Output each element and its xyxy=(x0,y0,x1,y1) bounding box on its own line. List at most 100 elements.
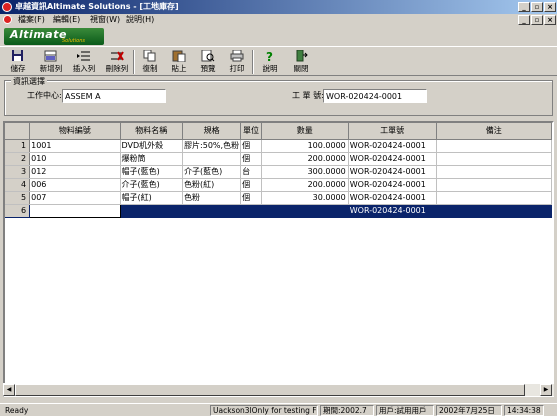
cell-quantity[interactable]: 100.0000 xyxy=(261,139,349,153)
cell-note[interactable] xyxy=(436,165,552,179)
cell-material-name[interactable]: 帽子(紅) xyxy=(120,191,184,205)
cell-spec[interactable]: 膠片:50%,色粉 xyxy=(182,139,242,153)
copy-button[interactable]: 復制 xyxy=(134,49,166,75)
column-header-spec[interactable]: 規格 xyxy=(182,123,242,140)
preview-button[interactable]: 預覽 xyxy=(192,49,224,75)
row-number[interactable]: 4 xyxy=(5,178,31,192)
document-icon[interactable] xyxy=(3,15,12,24)
cell-spec[interactable]: 色粉(紅) xyxy=(182,178,242,192)
help-button[interactable]: ? 說明 xyxy=(254,49,286,75)
table-row[interactable]: 2 010 爆粉筒 個 200.0000 WOR-020424-0001 xyxy=(5,152,552,166)
column-header-note[interactable]: 備注 xyxy=(436,123,552,140)
toolbar: 儲存 新增列 插入列 刪除列 復制 貼上 預覽 打印 ? 說明 關閉 xyxy=(0,46,557,76)
row-number[interactable]: 1 xyxy=(5,139,31,153)
cell-material-name[interactable] xyxy=(120,204,184,218)
cell-material-code[interactable]: 007 xyxy=(29,191,121,205)
cell-unit[interactable]: 個 xyxy=(240,191,262,205)
table-row[interactable]: 3 012 帽子(藍色) 介子(藍色) 台 300.0000 WOR-02042… xyxy=(5,165,552,179)
doc-minimize-button[interactable]: _ xyxy=(518,15,530,25)
work-center-input[interactable] xyxy=(62,89,166,103)
print-button[interactable]: 打印 xyxy=(221,49,253,75)
cell-work-order[interactable]: WOR-020424-0001 xyxy=(348,178,437,192)
app-icon[interactable] xyxy=(2,2,12,12)
scroll-right-arrow-icon[interactable]: ▶ xyxy=(540,384,552,396)
cell-unit[interactable] xyxy=(240,204,262,218)
cell-material-name[interactable]: 介子(藍色) xyxy=(120,178,184,192)
cell-unit[interactable]: 個 xyxy=(240,152,262,166)
cell-material-name[interactable]: DVD机外殼 xyxy=(120,139,184,153)
row-number[interactable]: 6 xyxy=(5,204,31,218)
close-button[interactable]: 關閉 xyxy=(285,49,317,75)
doc-close-button[interactable]: × xyxy=(544,15,556,25)
cell-material-code[interactable]: 012 xyxy=(29,165,121,179)
horizontal-scrollbar[interactable]: ◀ ▶ xyxy=(3,383,554,396)
cell-note[interactable] xyxy=(436,139,552,153)
cell-unit[interactable]: 台 xyxy=(240,165,262,179)
work-order-input[interactable] xyxy=(323,89,427,103)
cell-material-code-editing[interactable] xyxy=(29,203,121,218)
table-row[interactable]: 4 006 介子(藍色) 色粉(紅) 個 200.0000 WOR-020424… xyxy=(5,178,552,192)
paste-label: 貼上 xyxy=(171,64,187,73)
close-window-button[interactable]: × xyxy=(544,2,556,12)
paste-button[interactable]: 貼上 xyxy=(163,49,195,75)
title-bar: 卓越資訊Altimate Solutions - [工地庫存] _ ▫ × xyxy=(0,0,557,14)
menu-file[interactable]: 檔案(F) xyxy=(18,14,45,26)
cell-material-code[interactable]: 010 xyxy=(29,152,121,166)
material-grid[interactable]: 物料編號 物料名稱 規格 單位 數量 工單號 備注 1 1001 DVD机外殼 … xyxy=(3,121,554,397)
cell-work-order[interactable]: WOR-020424-0001 xyxy=(348,139,437,153)
column-header-unit[interactable]: 單位 xyxy=(240,123,262,140)
cell-spec[interactable] xyxy=(182,204,242,218)
column-header-quantity[interactable]: 數量 xyxy=(261,123,349,140)
cell-quantity[interactable]: 200.0000 xyxy=(261,152,349,166)
logo-subtext: Solutions xyxy=(62,38,85,44)
cell-quantity[interactable] xyxy=(261,204,349,218)
row-number[interactable]: 3 xyxy=(5,165,31,179)
menu-help[interactable]: 說明(H) xyxy=(126,14,154,26)
cell-material-name[interactable]: 帽子(藍色) xyxy=(120,165,184,179)
cell-work-order[interactable]: WOR-020424-0001 xyxy=(348,165,437,179)
cell-note[interactable] xyxy=(436,191,552,205)
save-button[interactable]: 儲存 xyxy=(2,49,34,75)
menu-window[interactable]: 視窗(W) xyxy=(90,14,120,26)
cell-unit[interactable]: 個 xyxy=(240,178,262,192)
table-row[interactable]: 5 007 帽子(紅) 色粉 個 30.0000 WOR-020424-0001 xyxy=(5,191,552,205)
cell-unit[interactable]: 個 xyxy=(240,139,262,153)
cell-work-order[interactable]: WOR-020424-0001 xyxy=(348,204,437,218)
row-number[interactable]: 5 xyxy=(5,191,31,205)
delete-row-button[interactable]: 刪除列 xyxy=(101,49,133,75)
column-header-work-order[interactable]: 工單號 xyxy=(348,123,437,140)
exit-door-icon xyxy=(294,49,308,62)
table-row-selected[interactable]: 6 WOR-020424-0001 xyxy=(5,203,552,218)
add-row-button[interactable]: 新增列 xyxy=(35,49,67,75)
cell-spec[interactable]: 色粉 xyxy=(182,191,242,205)
cell-note[interactable] xyxy=(436,152,552,166)
minimize-button[interactable]: _ xyxy=(518,2,530,12)
cell-note[interactable] xyxy=(436,178,552,192)
insert-row-button[interactable]: 插入列 xyxy=(68,49,100,75)
add-row-icon xyxy=(44,50,58,62)
cell-note[interactable] xyxy=(436,204,552,218)
print-preview-icon xyxy=(201,49,215,62)
cell-spec[interactable] xyxy=(182,152,242,166)
cell-work-order[interactable]: WOR-020424-0001 xyxy=(348,191,437,205)
column-header-material-name[interactable]: 物料名稱 xyxy=(120,123,184,140)
cell-material-code[interactable]: 1001 xyxy=(29,139,121,153)
cell-quantity[interactable]: 200.0000 xyxy=(261,178,349,192)
cell-material-code[interactable]: 006 xyxy=(29,178,121,192)
cell-quantity[interactable]: 30.0000 xyxy=(261,191,349,205)
cell-material-name[interactable]: 爆粉筒 xyxy=(120,152,184,166)
row-number[interactable]: 2 xyxy=(5,152,31,166)
column-header-material-code[interactable]: 物料編號 xyxy=(29,123,121,140)
scrollbar-thumb[interactable] xyxy=(15,384,525,396)
doc-restore-button[interactable]: ▫ xyxy=(531,15,543,25)
table-row[interactable]: 1 1001 DVD机外殼 膠片:50%,色粉 個 100.0000 WOR-0… xyxy=(5,139,552,153)
cell-quantity[interactable]: 300.0000 xyxy=(261,165,349,179)
cell-spec[interactable]: 介子(藍色) xyxy=(182,165,242,179)
scroll-left-arrow-icon[interactable]: ◀ xyxy=(3,384,15,396)
grid-header-row: 物料編號 物料名稱 規格 單位 數量 工單號 備注 xyxy=(5,123,552,140)
work-order-label: 工 單 號: xyxy=(292,91,324,100)
close-label: 關閉 xyxy=(293,64,309,73)
menu-edit[interactable]: 編輯(E) xyxy=(53,14,80,26)
cell-work-order[interactable]: WOR-020424-0001 xyxy=(348,152,437,166)
maximize-button[interactable]: ▫ xyxy=(531,2,543,12)
